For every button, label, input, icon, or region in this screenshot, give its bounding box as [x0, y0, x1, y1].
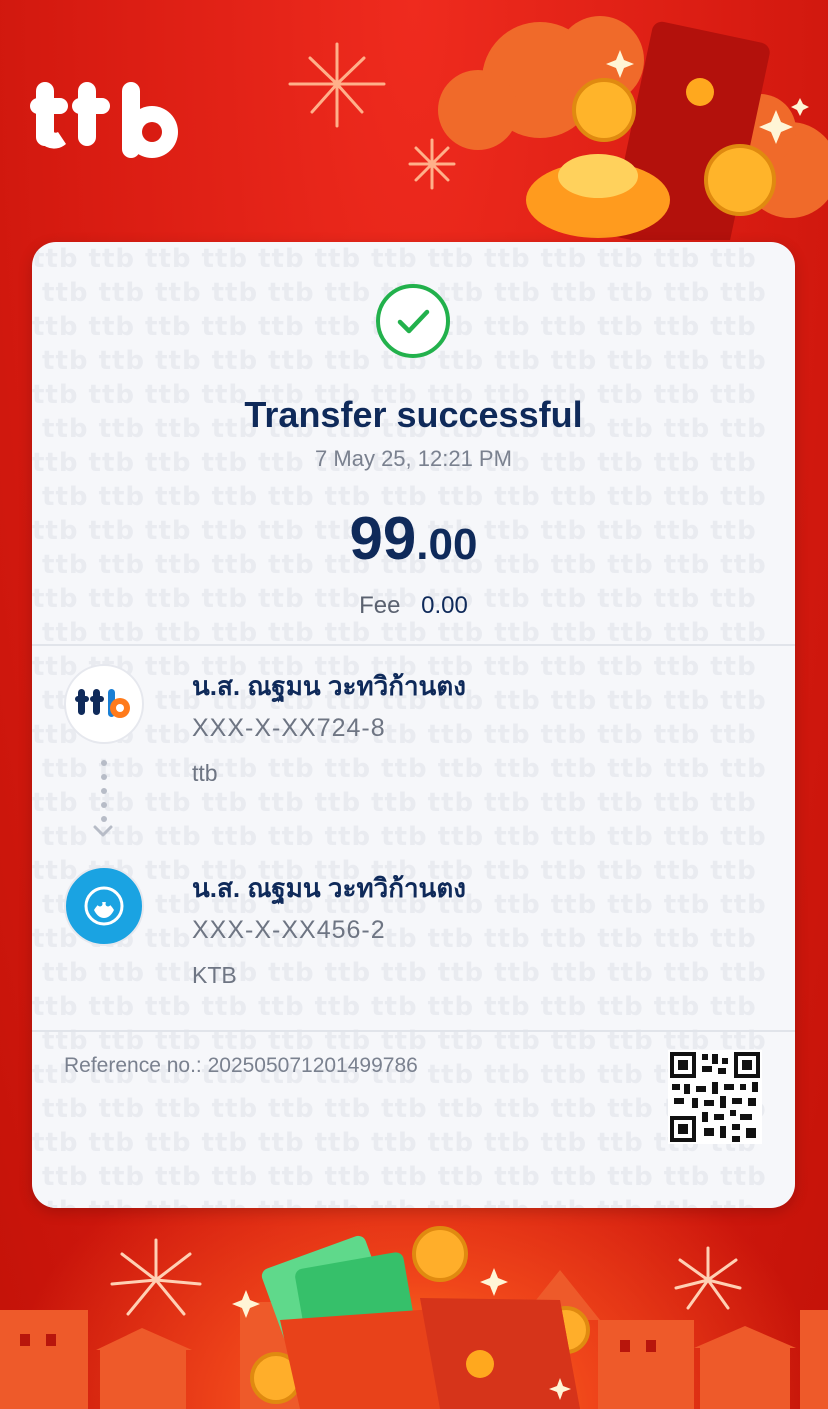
fee-label: Fee — [359, 592, 401, 619]
divider — [32, 1030, 795, 1032]
transfer-amount: 99.00 — [32, 504, 795, 573]
receipt-card: ttb ttb ttb ttb ttb ttb ttb ttb ttb ttb … — [32, 242, 795, 1208]
sender-name: น.ส. ณฐมน วะทวิก้านตง — [192, 671, 466, 701]
qr-code[interactable] — [668, 1050, 762, 1149]
ttb-bank-avatar — [64, 664, 144, 744]
amount-integer: 99 — [349, 505, 417, 572]
recipient-bank: KTB — [192, 962, 237, 988]
transaction-datetime: 7 May 25, 12:21 PM — [315, 446, 512, 471]
sender-account: XXX-X-XX724-8 — [192, 714, 386, 742]
recipient-account: XXX-X-XX456-2 — [192, 916, 386, 944]
fee-value: 0.00 — [421, 592, 468, 619]
bottom-decoration — [0, 1226, 828, 1409]
divider — [32, 644, 795, 646]
success-check-icon — [374, 282, 452, 360]
fee-row: Fee 0.00 — [32, 592, 795, 620]
ttb-logo — [30, 82, 178, 167]
chevron-down-icon — [92, 824, 114, 843]
sender-bank: ttb — [192, 760, 218, 786]
recipient-name: น.ส. ณฐมน วะทวิก้านตง — [192, 873, 466, 903]
amount-decimal: .00 — [416, 520, 478, 569]
ktb-bank-avatar — [64, 866, 144, 946]
reference-number: Reference no.: 202505071201499786 — [64, 1054, 418, 1077]
status-title: Transfer successful — [244, 394, 583, 435]
